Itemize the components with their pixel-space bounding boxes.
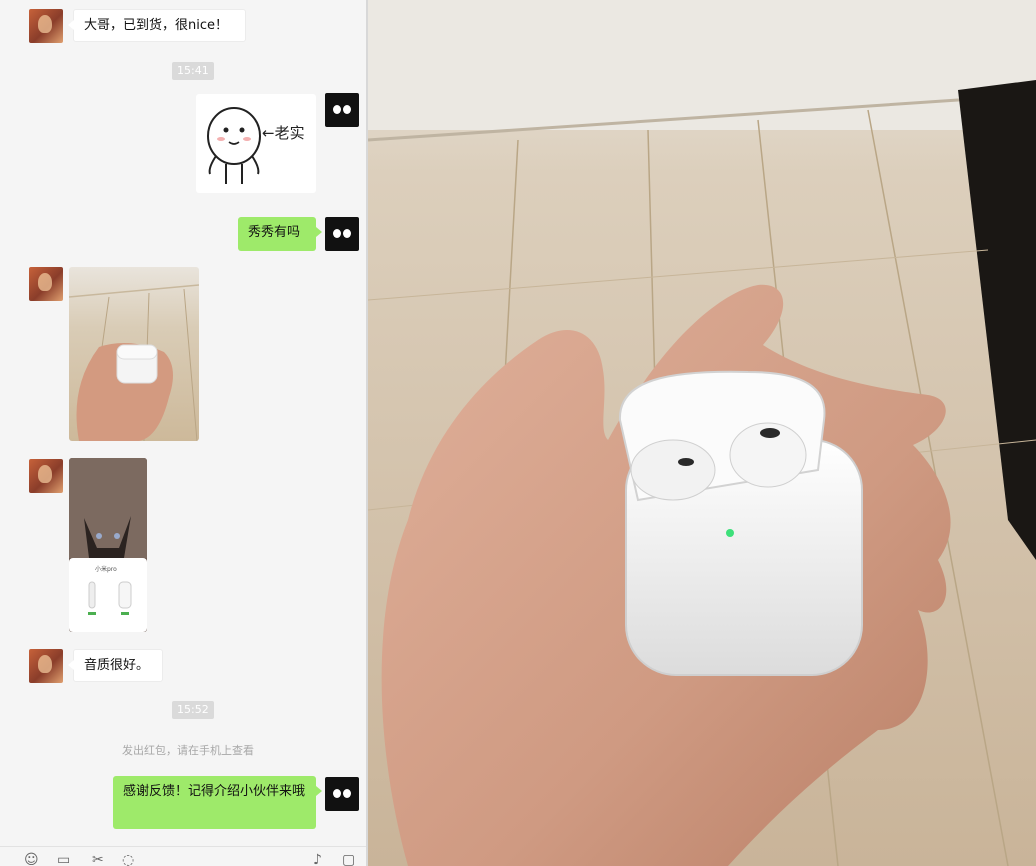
sticker-label: ←老实 xyxy=(262,124,305,142)
mic-icon[interactable]: ♪ xyxy=(313,853,322,866)
contact-avatar[interactable] xyxy=(29,459,63,493)
contact-avatar[interactable] xyxy=(29,9,63,43)
sticker-message[interactable]: ←老实 xyxy=(196,94,316,193)
scissors-icon[interactable]: ✂ xyxy=(92,853,104,866)
photo-thumbnail xyxy=(69,284,199,441)
message-bubble-outgoing[interactable]: 感谢反馈！记得介绍小伙伴来哦 xyxy=(113,776,322,829)
contact-avatar[interactable] xyxy=(29,649,63,683)
input-toolbar: ☺ ▭ ✂ ◌ ♪ ▢ xyxy=(0,846,366,866)
message-bubble-outgoing[interactable]: 秀秀有吗 xyxy=(238,217,322,251)
message-bubble-incoming[interactable]: 大哥，已到货，很nice！ xyxy=(68,9,246,42)
my-avatar[interactable] xyxy=(325,93,359,127)
smile-icon[interactable]: ☺ xyxy=(24,853,39,866)
timestamp: 15:41 xyxy=(172,62,214,80)
message-bubble-incoming[interactable]: 音质很好。 xyxy=(68,649,163,682)
my-avatar[interactable] xyxy=(325,217,359,251)
video-icon[interactable]: ▢ xyxy=(342,853,355,866)
contact-avatar[interactable] xyxy=(29,267,63,301)
sticker-image xyxy=(207,107,261,184)
timestamp: 15:52 xyxy=(172,701,214,719)
chat-panel: 大哥，已到货，很nice！ 15:41 ←老实 秀秀有吗 小米pro 音质很好。… xyxy=(0,0,366,866)
image-message-screenshot[interactable]: 小米pro xyxy=(69,458,147,632)
my-avatar[interactable] xyxy=(325,777,359,811)
image-message-photo[interactable] xyxy=(69,267,199,441)
screenshot-thumbnail xyxy=(69,458,147,632)
folder-icon[interactable]: ▭ xyxy=(57,853,70,866)
screenshot-title: 小米pro xyxy=(95,566,117,573)
system-notice: 发出红包，请在手机上查看 xyxy=(122,744,254,757)
chat-icon[interactable]: ◌ xyxy=(122,853,134,866)
photo-preview-image xyxy=(368,0,1036,866)
photo-preview[interactable] xyxy=(368,0,1036,866)
